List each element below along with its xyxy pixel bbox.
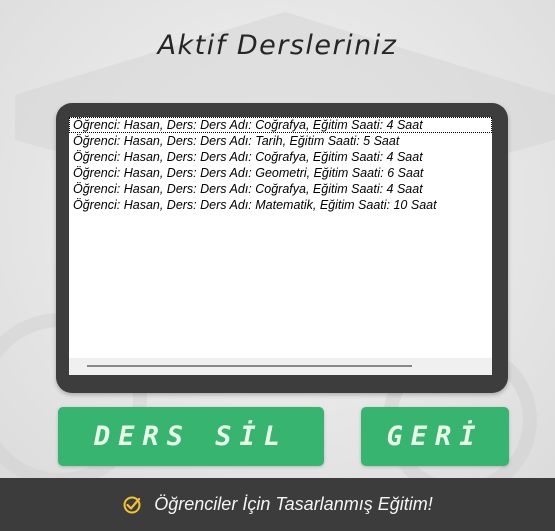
course-list-item[interactable]: Öğrenci: Hasan, Ders: Ders Adı: Coğrafya… [69,181,492,197]
course-list-items: Öğrenci: Hasan, Ders: Ders Adı: Coğrafya… [69,117,492,213]
footer-bar: Öğrenciler İçin Tasarlanmış Eğitim! [0,478,555,531]
course-list-item[interactable]: Öğrenci: Hasan, Ders: Ders Adı: Matemati… [69,197,492,213]
course-list-item[interactable]: Öğrenci: Hasan, Ders: Ders Adı: Geometri… [69,165,492,181]
course-listbox[interactable]: Öğrenci: Hasan, Ders: Ders Adı: Coğrafya… [69,117,492,375]
course-list-item[interactable]: Öğrenci: Hasan, Ders: Ders Adı: Coğrafya… [69,117,492,133]
check-circle-icon [123,496,141,513]
page-title: Aktif Dersleriniz [157,30,398,61]
scrollbar-thumb[interactable] [87,365,412,367]
course-list-item[interactable]: Öğrenci: Hasan, Ders: Ders Adı: Coğrafya… [69,149,492,165]
back-button[interactable]: GERİ [361,407,509,466]
delete-course-button[interactable]: DERS SİL [58,407,324,466]
course-list-item[interactable]: Öğrenci: Hasan, Ders: Ders Adı: Tarih, E… [69,133,492,149]
horizontal-scrollbar[interactable] [69,358,492,375]
footer-slogan: Öğrenciler İçin Tasarlanmış Eğitim! [154,494,433,514]
